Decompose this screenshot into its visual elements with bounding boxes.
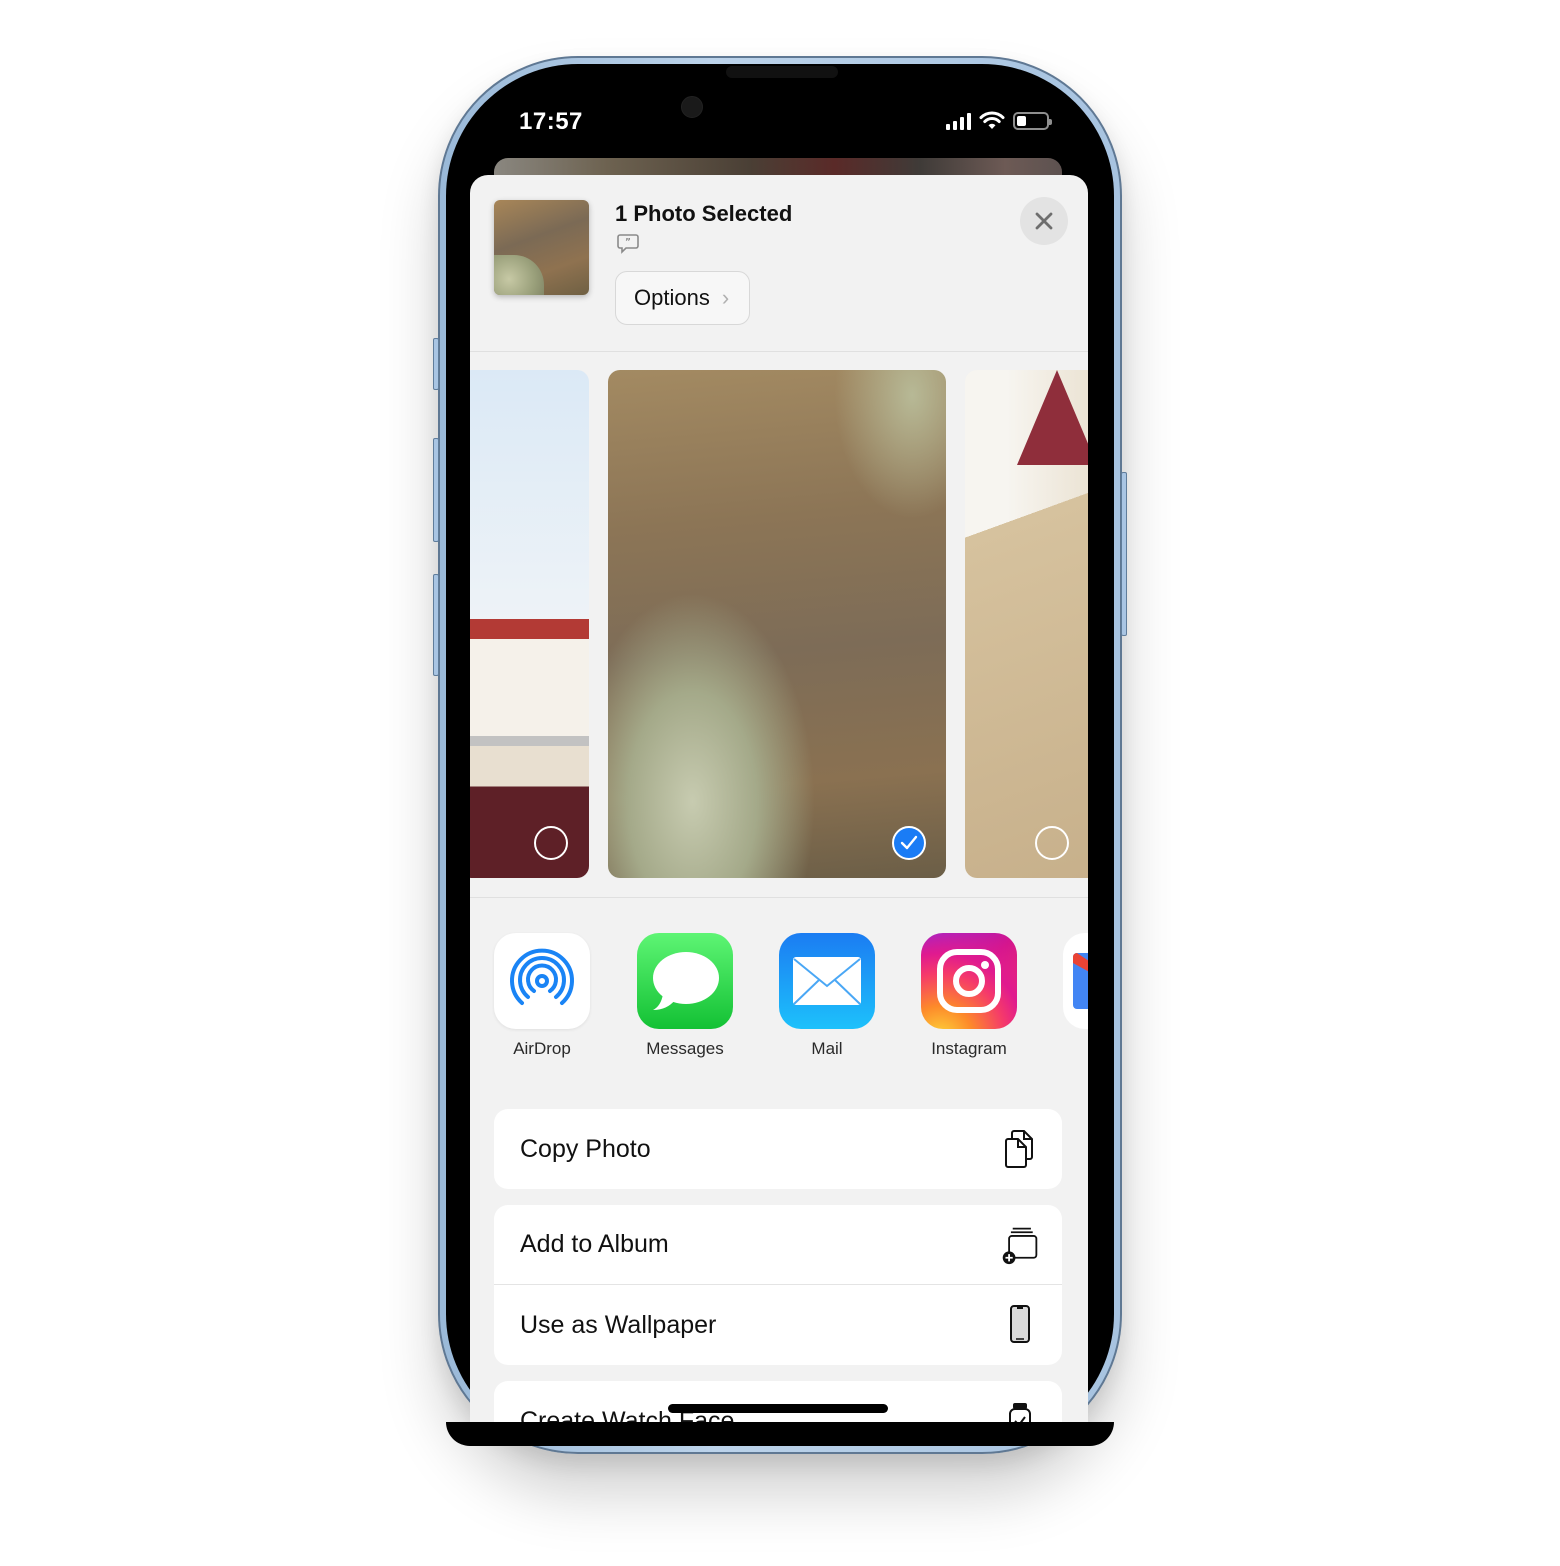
close-icon xyxy=(1035,212,1053,230)
status-icons xyxy=(946,111,1052,131)
app-instagram[interactable]: Instagram xyxy=(899,933,1039,1059)
home-indicator[interactable] xyxy=(668,1404,888,1413)
unselected-circle-icon[interactable] xyxy=(534,826,568,860)
use-as-wallpaper-action[interactable]: Use as Wallpaper xyxy=(494,1285,1062,1365)
selected-checkmark-icon[interactable] xyxy=(892,826,926,860)
cliff-rock-photo[interactable] xyxy=(608,370,946,878)
share-sheet-header: 1 Photo Selected ” Options › xyxy=(470,175,1088,352)
copy-icon xyxy=(1005,1130,1033,1168)
front-camera xyxy=(681,96,703,118)
app-label: Instagram xyxy=(931,1039,1007,1058)
options-label: Options xyxy=(634,285,710,310)
selected-photo-thumbnail xyxy=(494,200,589,295)
wifi-icon xyxy=(979,111,1005,129)
share-sheet: 1 Photo Selected ” Options › AirDrop Mes… xyxy=(470,175,1088,1435)
messages-icon xyxy=(637,933,733,1029)
app-messages[interactable]: Messages xyxy=(615,933,755,1059)
app-airdrop[interactable]: AirDrop xyxy=(472,933,612,1059)
action-list: Copy Photo Add to Album Use as Wallpaper… xyxy=(494,1109,1062,1435)
cellular-signal-icon xyxy=(946,112,971,130)
app-mail[interactable]: Mail xyxy=(757,933,897,1059)
screen-bottom-bezel xyxy=(446,1422,1114,1446)
action-group: Add to Album Use as Wallpaper xyxy=(494,1205,1062,1365)
photo-carousel[interactable] xyxy=(470,352,1088,898)
copy-photo-action[interactable]: Copy Photo xyxy=(494,1109,1062,1189)
gmail-icon xyxy=(1063,933,1088,1029)
app-label: AirDrop xyxy=(513,1039,571,1058)
church-tower-photo[interactable] xyxy=(965,370,1088,878)
app-label: Messages xyxy=(646,1039,724,1058)
app-label: Mail xyxy=(811,1039,843,1058)
street-building-photo[interactable] xyxy=(470,370,589,878)
action-label: Use as Wallpaper xyxy=(520,1310,717,1339)
unselected-circle-icon[interactable] xyxy=(1035,826,1069,860)
add-to-album-icon xyxy=(1002,1227,1038,1264)
mail-icon xyxy=(779,933,875,1029)
chevron-right-icon: › xyxy=(721,285,730,310)
power-button xyxy=(1121,472,1127,636)
volume-up-button xyxy=(433,438,439,542)
quote-bubble-icon[interactable]: ” xyxy=(616,233,640,255)
svg-text:”: ” xyxy=(625,238,631,248)
iphone-icon xyxy=(1010,1305,1030,1343)
airdrop-icon xyxy=(494,933,590,1029)
action-button xyxy=(433,338,439,390)
share-sheet-title: 1 Photo Selected xyxy=(615,201,793,226)
tower-roof xyxy=(1017,370,1088,465)
app-gmail[interactable] xyxy=(1041,933,1088,1039)
instagram-icon xyxy=(921,933,1017,1029)
close-button[interactable] xyxy=(1020,197,1068,245)
action-label: Copy Photo xyxy=(520,1134,651,1163)
action-group: Copy Photo xyxy=(494,1109,1062,1189)
add-to-album-action[interactable]: Add to Album xyxy=(494,1205,1062,1285)
status-time: 17:57 xyxy=(519,108,583,135)
app-share-row[interactable]: AirDrop Messages Mail Instagram xyxy=(470,898,1088,1106)
battery-icon xyxy=(1013,112,1052,130)
volume-down-button xyxy=(433,574,439,676)
options-button[interactable]: Options › xyxy=(615,271,751,325)
speaker-grille xyxy=(726,66,838,78)
action-label: Add to Album xyxy=(520,1230,669,1258)
